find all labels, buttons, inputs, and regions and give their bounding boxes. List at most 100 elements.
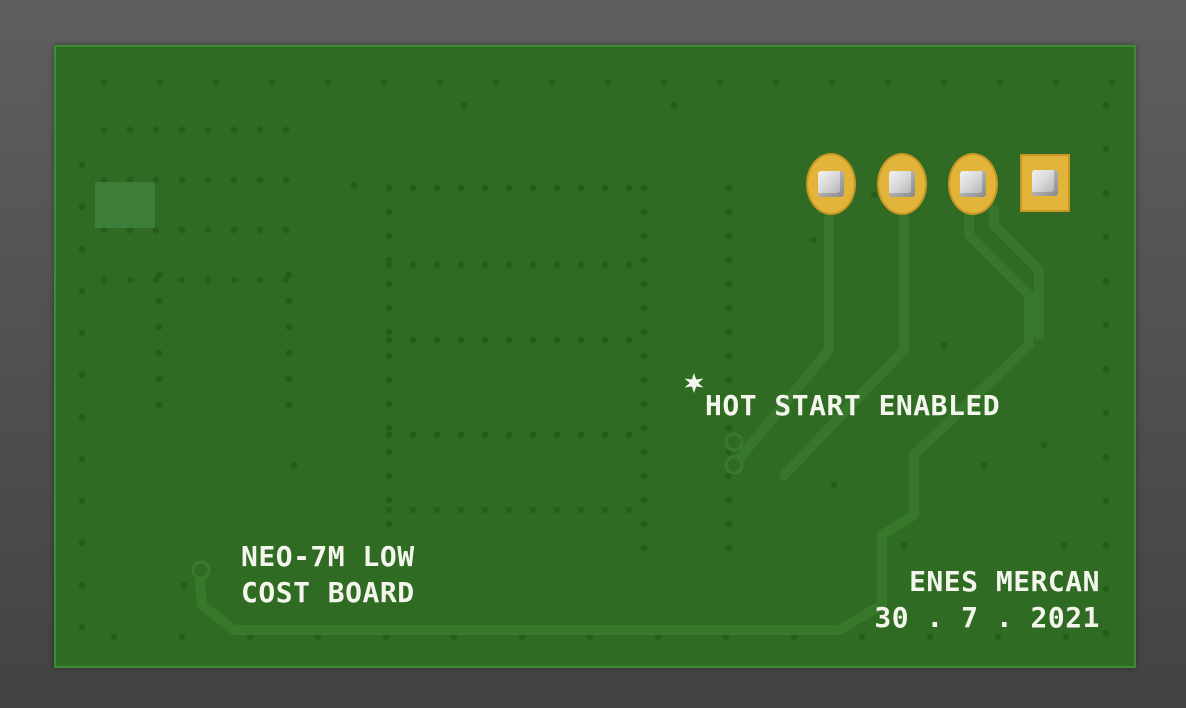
- via: [155, 349, 163, 357]
- via: [725, 184, 733, 192]
- silkscreen-board-name: NEO-7M LOW COST BOARD: [241, 539, 415, 611]
- via: [940, 78, 948, 86]
- via: [155, 375, 163, 383]
- via: [385, 472, 393, 480]
- via: [385, 431, 393, 439]
- via: [126, 126, 134, 134]
- via: [980, 461, 988, 469]
- via: [625, 431, 633, 439]
- via: [433, 184, 441, 192]
- via: [385, 208, 393, 216]
- via: [725, 232, 733, 240]
- via: [155, 401, 163, 409]
- pcb-3d-viewport[interactable]: HOT START ENABLED NEO-7M LOW COST BOARD …: [0, 0, 1186, 708]
- via: [810, 236, 818, 244]
- via: [481, 261, 489, 269]
- via: [640, 520, 648, 528]
- via: [178, 176, 186, 184]
- via: [725, 280, 733, 288]
- via: [996, 78, 1004, 86]
- via: [1102, 497, 1110, 505]
- via: [457, 336, 465, 344]
- via: [1102, 629, 1110, 637]
- via: [1102, 145, 1110, 153]
- via: [640, 184, 648, 192]
- pin-header-icon: [818, 171, 844, 197]
- via: [548, 78, 556, 86]
- via: [385, 184, 393, 192]
- via: [230, 276, 238, 284]
- via: [282, 176, 290, 184]
- via: [385, 496, 393, 504]
- via: [640, 280, 648, 288]
- pin-header-icon: [960, 171, 986, 197]
- via: [481, 506, 489, 514]
- via: [725, 352, 733, 360]
- via: [601, 261, 609, 269]
- via: [601, 506, 609, 514]
- author-name: ENES MERCAN: [909, 565, 1100, 598]
- via: [529, 506, 537, 514]
- via: [409, 261, 417, 269]
- via: [256, 126, 264, 134]
- via: [385, 376, 393, 384]
- via: [1102, 541, 1110, 549]
- via: [78, 623, 86, 631]
- via: [256, 176, 264, 184]
- via: [640, 208, 648, 216]
- via: [725, 256, 733, 264]
- via: [725, 496, 733, 504]
- via: [433, 431, 441, 439]
- connector-pin-4: [806, 153, 856, 215]
- board-name-line-2: COST BOARD: [241, 576, 415, 609]
- via: [230, 226, 238, 234]
- via: [460, 101, 468, 109]
- via: [553, 431, 561, 439]
- via: [553, 506, 561, 514]
- via: [640, 448, 648, 456]
- via: [78, 413, 86, 421]
- via: [716, 78, 724, 86]
- via: [640, 328, 648, 336]
- via: [78, 371, 86, 379]
- via: [385, 328, 393, 336]
- via: [285, 401, 293, 409]
- via: [640, 304, 648, 312]
- via: [385, 400, 393, 408]
- pin-header-icon: [889, 171, 915, 197]
- via: [529, 431, 537, 439]
- via: [204, 226, 212, 234]
- via: [577, 261, 585, 269]
- via: [385, 448, 393, 456]
- via: [385, 280, 393, 288]
- via: [178, 276, 186, 284]
- board-name-line-1: NEO-7M LOW: [241, 540, 415, 573]
- via: [285, 297, 293, 305]
- via: [457, 261, 465, 269]
- via: [505, 184, 513, 192]
- via: [285, 375, 293, 383]
- via: [725, 328, 733, 336]
- via: [870, 191, 878, 199]
- via: [433, 261, 441, 269]
- via: [178, 226, 186, 234]
- via: [640, 352, 648, 360]
- via: [625, 336, 633, 344]
- via: [155, 271, 163, 279]
- via: [385, 256, 393, 264]
- via: [256, 226, 264, 234]
- silkscreen-author-block: ENES MERCAN 30 . 7 . 2021: [850, 564, 1100, 636]
- via: [505, 261, 513, 269]
- via: [1102, 233, 1110, 241]
- via: [256, 276, 264, 284]
- via: [78, 455, 86, 463]
- via: [178, 633, 186, 641]
- via: [601, 184, 609, 192]
- via: [1102, 101, 1110, 109]
- via: [78, 329, 86, 337]
- via: [640, 424, 648, 432]
- via: [433, 506, 441, 514]
- via: [230, 176, 238, 184]
- via: [505, 431, 513, 439]
- via: [1040, 441, 1048, 449]
